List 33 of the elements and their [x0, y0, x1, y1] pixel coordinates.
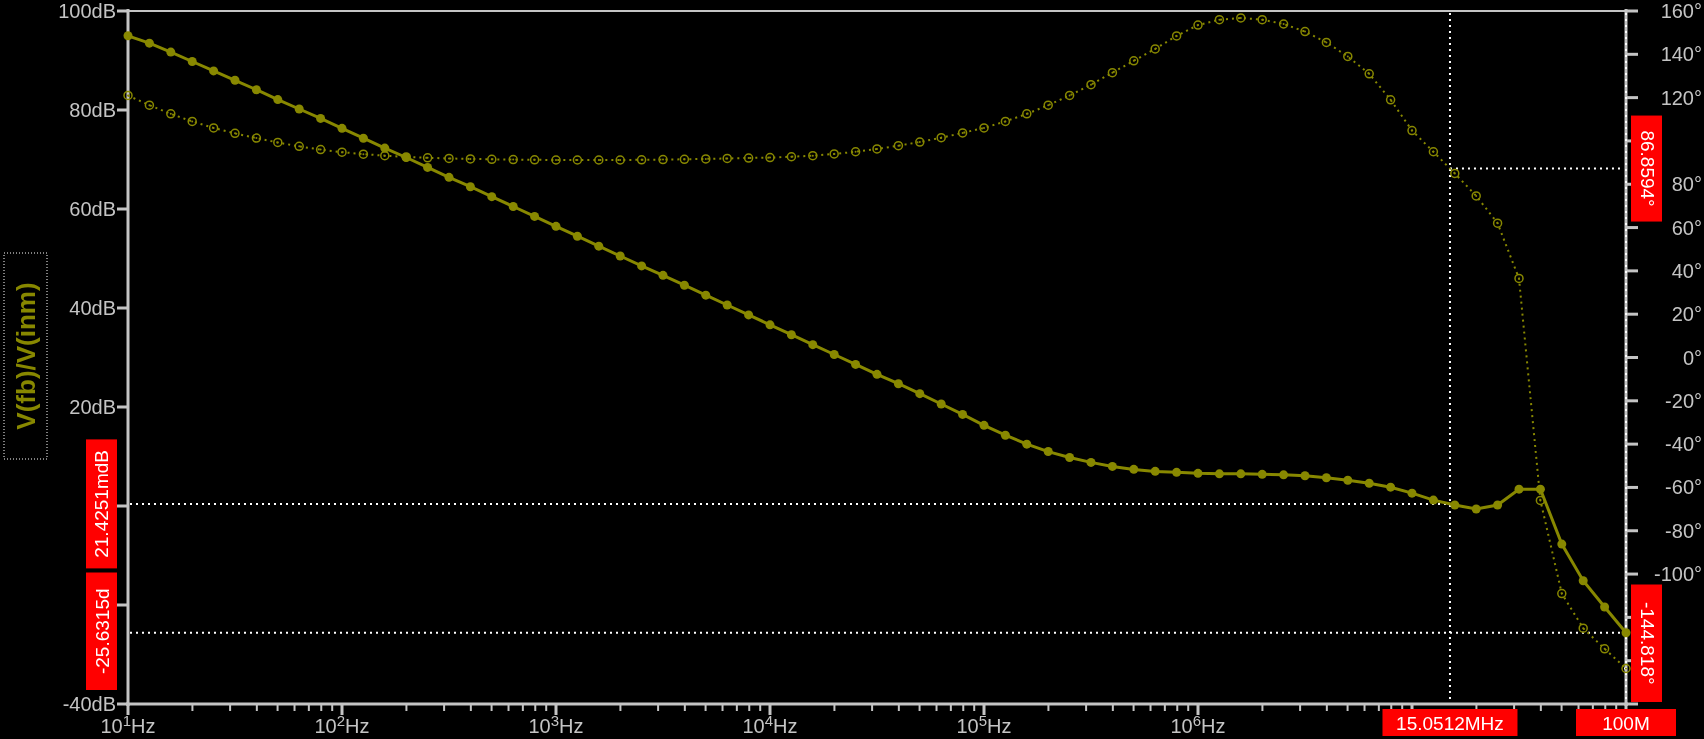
tick-label: 140° — [1660, 43, 1702, 66]
tick-label: 20dB — [69, 396, 116, 418]
tick-label: 10$^{5}$Hz — [956, 714, 1012, 738]
tick-label: 10$^{3}$Hz — [528, 714, 584, 738]
cursor-readout: -25.6315d — [86, 572, 117, 690]
trace-legend: V(fb)/V(inm) — [3, 252, 48, 460]
tick-label: -40dB — [62, 693, 116, 715]
cursor-readout: 86.8594° — [1631, 115, 1662, 222]
tick-label: 40dB — [69, 297, 116, 319]
tick-label: 100dB — [58, 0, 116, 22]
tick-label: -100° — [1653, 563, 1702, 586]
tick-label: 10$^{6}$Hz — [1170, 714, 1226, 738]
tick-label: -20° — [1665, 389, 1702, 412]
tick-label: 80dB — [69, 99, 116, 121]
tick-label: 20° — [1671, 303, 1702, 326]
cursor-readout: 15.0512MHz — [1382, 709, 1518, 736]
tick-label: -80° — [1665, 519, 1702, 542]
y-axis-title: V(fb)/V(inm) — [11, 282, 41, 430]
tick-label: 10$^{2}$Hz — [314, 714, 370, 738]
tick-label: 80° — [1671, 173, 1702, 196]
tick-label: 60° — [1671, 216, 1702, 239]
tick-label: 120° — [1660, 86, 1702, 109]
tick-label: 10$^{1}$Hz — [100, 714, 156, 738]
cursor-readout: -144.818° — [1631, 584, 1662, 702]
tick-label: 60dB — [69, 198, 116, 220]
cursor-readout: 100M — [1576, 709, 1676, 736]
tick-label: -60° — [1665, 476, 1702, 499]
tick-label: 160° — [1660, 0, 1702, 22]
tick-label: 0° — [1682, 346, 1702, 369]
tick-label: 10$^{4}$Hz — [742, 714, 798, 738]
cursor-readout: 21.4251mdB — [86, 439, 117, 569]
tick-label: -40° — [1665, 433, 1702, 456]
tick-label: 40° — [1671, 259, 1702, 282]
